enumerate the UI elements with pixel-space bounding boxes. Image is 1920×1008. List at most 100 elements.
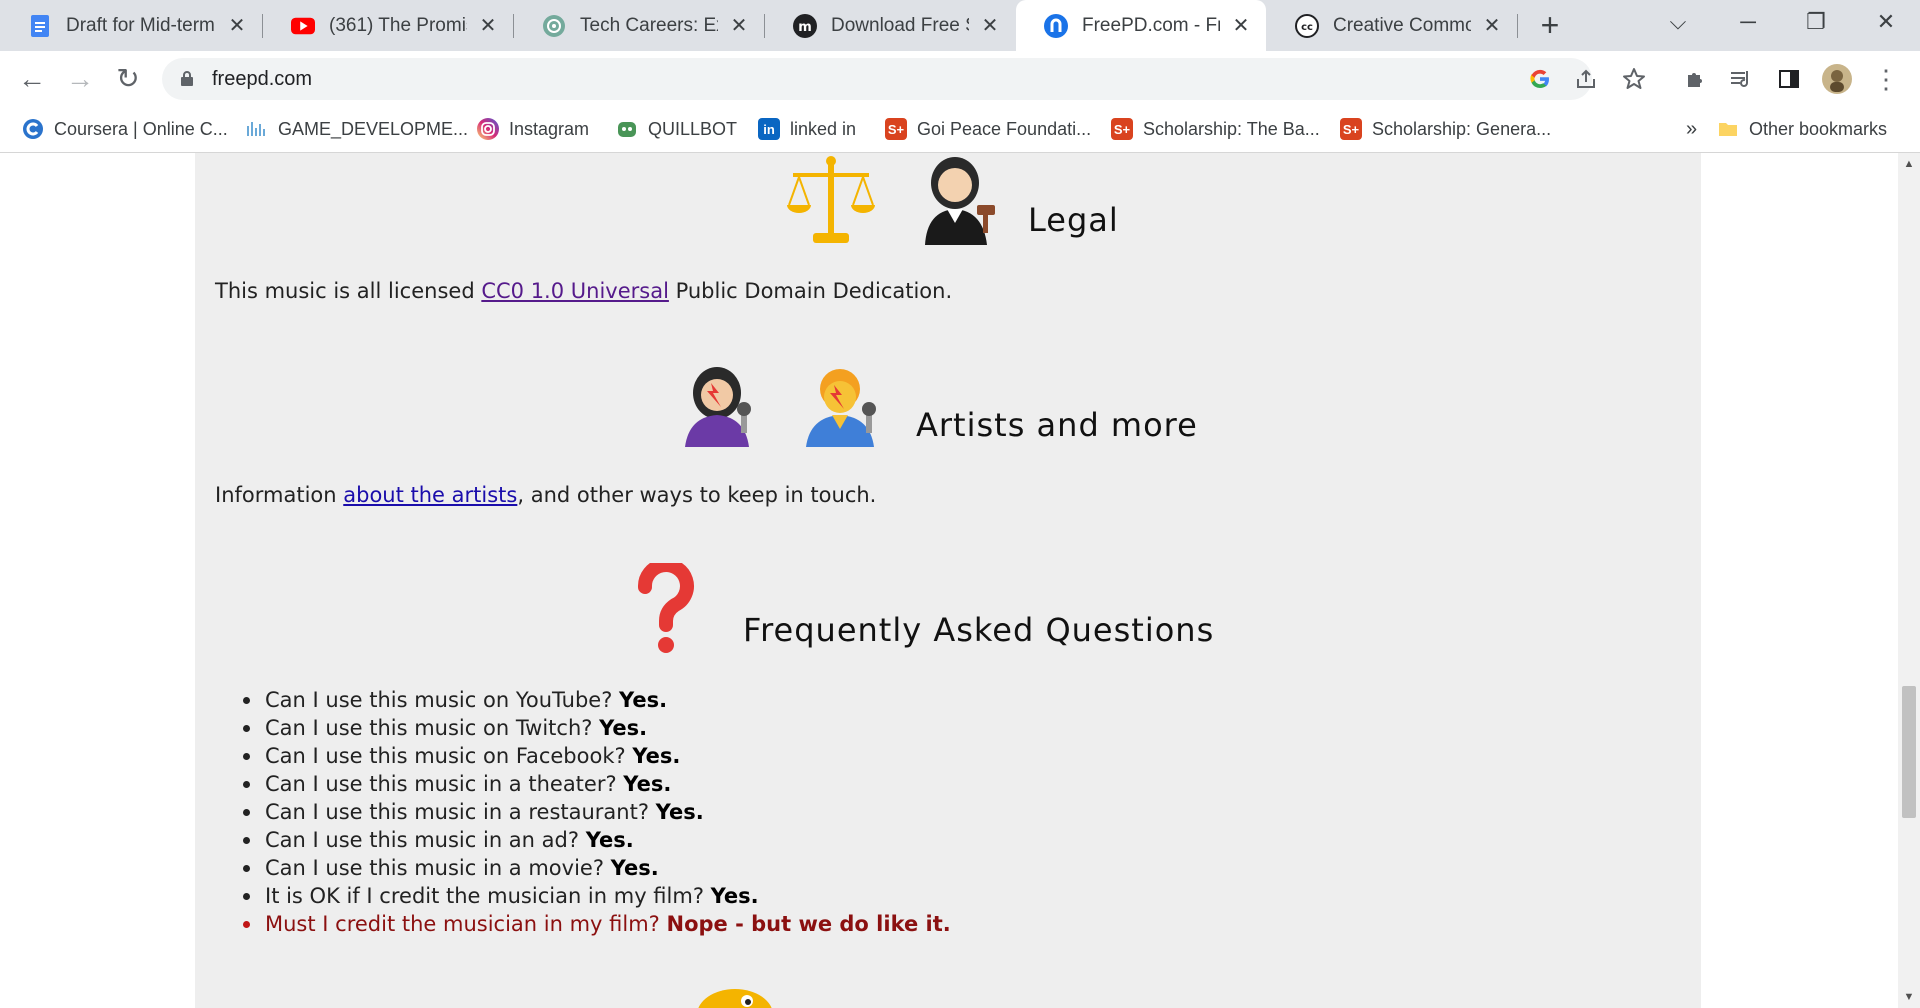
share-icon[interactable]	[1574, 67, 1598, 91]
m-logo-icon: m	[793, 13, 817, 38]
scrollbar-thumb[interactable]	[1902, 686, 1916, 818]
singer-man-icon	[806, 369, 876, 447]
tab-youtube[interactable]: (361) The Promise | ✕	[263, 0, 513, 51]
faq-question: Can I use this music in a restaurant?	[265, 800, 656, 824]
faq-item: Can I use this music on Twitch? Yes.	[243, 714, 951, 742]
back-button[interactable]: ←	[14, 61, 50, 97]
bookmark-quillbot[interactable]: QUILLBOT	[616, 106, 737, 152]
extensions-icon[interactable]	[1682, 67, 1708, 91]
faq-question: Can I use this music on Facebook?	[265, 744, 633, 768]
faq-answer: Yes.	[599, 716, 648, 740]
legal-paragraph: This music is all licensed CC0 1.0 Unive…	[215, 279, 952, 303]
legal-heading: Legal	[1028, 201, 1119, 239]
faq-question: Can I use this music on YouTube?	[265, 688, 620, 712]
profile-avatar[interactable]	[1822, 64, 1852, 94]
faq-question: Must I credit the musician in my film?	[265, 912, 667, 936]
page-scrollbar[interactable]: ▲ ▼	[1898, 153, 1920, 1008]
scroll-up-arrow-icon[interactable]: ▲	[1898, 155, 1920, 173]
media-controls-icon[interactable]	[1728, 67, 1754, 91]
bookmark-label: linked in	[790, 118, 857, 139]
judge-icon	[925, 157, 995, 245]
close-icon[interactable]: ✕	[477, 15, 499, 37]
faq-answer: Yes.	[632, 744, 681, 768]
faq-answer: Yes.	[585, 828, 634, 852]
tab-freepd[interactable]: FreePD.com - Free | ✕	[1016, 0, 1266, 51]
new-tab-button[interactable]: +	[1532, 8, 1568, 44]
about-artists-link[interactable]: about the artists	[343, 483, 517, 507]
bookmark-scholarship-ba[interactable]: S+ Scholarship: The Ba...	[1111, 106, 1320, 152]
coursera-icon	[22, 118, 44, 140]
tab-divider	[1517, 14, 1518, 38]
artists-heading: Artists and more	[916, 406, 1198, 444]
browser-toolbar: ← → ↻ freepd.com ⋮	[0, 51, 1920, 106]
bookmark-label: QUILLBOT	[648, 118, 738, 139]
address-bar[interactable]: freepd.com	[162, 58, 1645, 100]
faq-item: Can I use this music in a theater? Yes.	[243, 770, 951, 798]
tab-draft-midterm[interactable]: Draft for Mid-term ✕	[0, 0, 262, 51]
singer-woman-icon	[685, 367, 751, 447]
bookmark-label: Other bookmarks	[1749, 118, 1888, 139]
bookmark-linkedin[interactable]: in linked in	[758, 106, 856, 152]
close-window-button[interactable]: ✕	[1858, 0, 1914, 44]
tab-download-free-sounds[interactable]: m Download Free Sou ✕	[765, 0, 1015, 51]
side-panel-icon[interactable]	[1776, 67, 1802, 91]
tab-search-icon[interactable]: ⌵	[1650, 0, 1706, 44]
tab-title: Draft for Mid-term	[66, 14, 215, 36]
svg-text:m: m	[798, 20, 812, 35]
chatgpt-icon	[542, 14, 566, 38]
faq-answer: Yes.	[619, 688, 668, 712]
cc0-license-link[interactable]: CC0 1.0 Universal	[481, 279, 669, 303]
bookmark-goi-peace[interactable]: S+ Goi Peace Foundati...	[885, 106, 1091, 152]
google-icon[interactable]	[1528, 67, 1552, 91]
bookmark-scholarship-genera[interactable]: S+ Scholarship: Genera...	[1340, 106, 1551, 152]
page-viewport: Legal This music is all licensed CC0 1.0…	[0, 153, 1898, 1008]
s-plus-icon: S+	[1111, 118, 1133, 140]
reload-button[interactable]: ↻	[110, 61, 146, 97]
audio-wave-icon	[246, 118, 268, 140]
faq-item: Can I use this music in a restaurant? Ye…	[243, 798, 951, 826]
bookmark-instagram[interactable]: Instagram	[477, 106, 589, 152]
quillbot-icon	[616, 118, 638, 140]
url-text[interactable]: freepd.com	[212, 58, 312, 100]
tab-tech-careers[interactable]: Tech Careers: Exciti ✕	[514, 0, 764, 51]
faq-question: Can I use this music on Twitch?	[265, 716, 600, 740]
bookmark-game-development[interactable]: GAME_DEVELOPME...	[246, 106, 468, 152]
faq-item: Can I use this music on Facebook? Yes.	[243, 742, 951, 770]
faq-item: It is OK if I credit the musician in my …	[243, 882, 951, 910]
freepd-icon	[1044, 13, 1068, 38]
legal-text-before: This music is all licensed	[215, 279, 482, 303]
faq-list: Can I use this music on YouTube? Yes. Ca…	[243, 686, 951, 938]
faq-answer: Nope - but we do like it.	[666, 912, 951, 936]
bookmark-other-folder[interactable]: Other bookmarks	[1717, 106, 1887, 152]
faq-answer: Yes.	[710, 884, 759, 908]
close-icon[interactable]: ✕	[1481, 15, 1503, 37]
faq-answer: Yes.	[610, 856, 659, 880]
faq-heading: Frequently Asked Questions	[743, 611, 1215, 649]
page-content: Legal This music is all licensed CC0 1.0…	[195, 153, 1701, 1008]
minimize-button[interactable]: ─	[1720, 0, 1776, 44]
s-plus-icon: S+	[885, 118, 907, 140]
tab-creative-commons[interactable]: cc Creative Commons ✕	[1267, 0, 1517, 51]
faq-item: Can I use this music in a movie? Yes.	[243, 854, 951, 882]
close-icon[interactable]: ✕	[226, 15, 248, 37]
menu-icon[interactable]: ⋮	[1868, 61, 1904, 97]
scroll-down-arrow-icon[interactable]: ▼	[1898, 988, 1920, 1006]
artists-text-before: Information	[215, 483, 344, 507]
restore-button[interactable]: ❐	[1788, 0, 1844, 44]
bookmarks-bar: Coursera | Online C... GAME_DEVELOPME...…	[0, 106, 1920, 153]
bookmark-star-icon[interactable]	[1622, 67, 1646, 91]
forward-button[interactable]: →	[62, 61, 98, 97]
youtube-icon	[291, 14, 315, 38]
close-icon[interactable]: ✕	[979, 15, 1001, 37]
bookmark-label: Instagram	[509, 118, 590, 139]
close-icon[interactable]: ✕	[1230, 15, 1252, 37]
folder-icon	[1717, 118, 1739, 140]
tab-title: FreePD.com - Free |	[1082, 14, 1220, 36]
bookmark-coursera[interactable]: Coursera | Online C...	[22, 106, 228, 152]
close-icon[interactable]: ✕	[728, 15, 750, 37]
question-mark-icon	[638, 563, 694, 653]
tab-title: Download Free Sou	[831, 14, 969, 36]
bookmarks-overflow-button[interactable]: »	[1686, 106, 1697, 152]
faq-item-highlighted: Must I credit the musician in my film? N…	[243, 910, 951, 938]
lock-icon[interactable]	[180, 70, 194, 86]
